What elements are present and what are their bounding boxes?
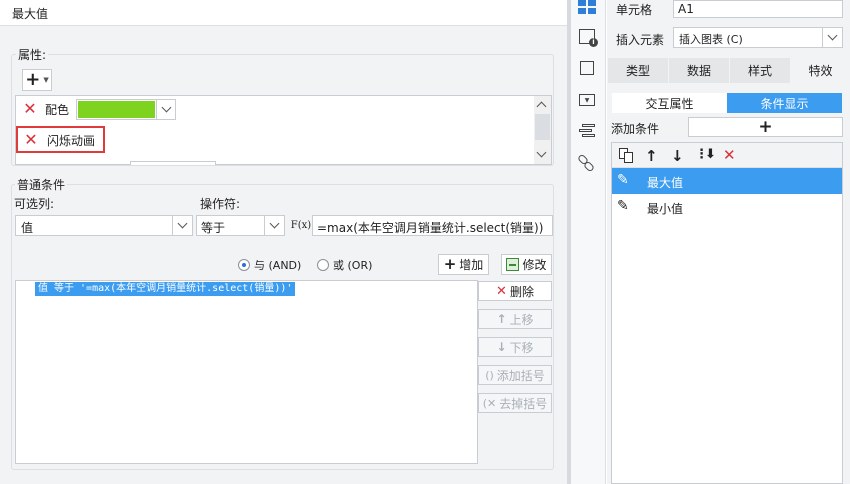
move-up-icon[interactable]: ↑ — [645, 147, 658, 165]
chevron-down-icon[interactable] — [264, 216, 284, 235]
insert-element-select[interactable]: 插入图表 (C) — [673, 27, 843, 48]
remove-bracket-icon: (✕ — [482, 396, 497, 410]
column-select[interactable]: 值 — [15, 215, 193, 236]
formula-input[interactable]: =max(本年空调月销量统计.select(销量)) — [312, 215, 553, 236]
operator-select[interactable]: 等于 — [196, 215, 285, 236]
delete-button[interactable]: ✕ 删除 — [478, 281, 552, 301]
add-bracket-button[interactable]: () 添加括号 — [478, 365, 552, 385]
radio-unchecked-icon — [317, 259, 329, 271]
tab-data[interactable]: 数据 — [669, 58, 729, 83]
plus-icon: + — [25, 69, 41, 90]
cell-field[interactable]: A1 — [673, 0, 843, 18]
condition-list-item[interactable]: 值 等于 '=max(本年空调月销量统计.select(销量))' — [35, 282, 296, 296]
add-condition-button[interactable]: + 增加 — [438, 254, 489, 275]
operator-label: 操作符: — [200, 197, 241, 211]
cell-grid-icon[interactable] — [578, 0, 596, 14]
or-label: 或 (OR) — [333, 259, 373, 272]
delete-icon[interactable]: ✕ — [723, 148, 736, 163]
tab-style[interactable]: 样式 — [730, 58, 790, 83]
move-up-label: 上移 — [509, 312, 534, 327]
insert-label: 插入元素 — [616, 33, 665, 47]
add-property-button[interactable]: + ▼ — [22, 69, 52, 91]
border-square-icon[interactable] — [580, 61, 594, 75]
condition-list — [15, 280, 478, 464]
modify-icon — [506, 258, 520, 271]
conditions-group-label: 普通条件 — [15, 176, 68, 193]
remove-property-icon[interactable]: ✕ — [22, 131, 40, 149]
properties-group-label: 属性: — [16, 46, 49, 63]
and-radio[interactable]: 与 (AND) — [238, 257, 301, 273]
edit-pencil-icon[interactable]: ✎ — [617, 198, 629, 214]
delete-icon: ✕ — [496, 283, 507, 299]
move-bottom-icon[interactable]: ⋮⬇ — [695, 147, 716, 162]
chevron-down-icon[interactable] — [172, 216, 192, 235]
add-bracket-label: 添加括号 — [496, 368, 545, 383]
add-label: 增加 — [459, 258, 484, 272]
or-radio[interactable]: 或 (OR) — [317, 257, 372, 273]
color-swatch — [78, 101, 155, 118]
formula-input-value: =max(本年空调月销量统计.select(销量)) — [317, 221, 544, 235]
copy-icon[interactable] — [619, 148, 635, 164]
condition-row-max[interactable]: ✎ 最大值 — [612, 168, 842, 194]
move-down-label: 下移 — [509, 340, 534, 355]
color-picker[interactable] — [76, 99, 176, 120]
tab-type[interactable]: 类型 — [608, 58, 668, 83]
property-row-blink: ✕ 闪烁动画 — [16, 126, 105, 153]
cell-field-value: A1 — [678, 2, 694, 16]
edit-pencil-icon[interactable]: ✎ — [617, 172, 629, 188]
color-dropdown-arrow[interactable] — [156, 100, 176, 119]
condition-name: 最大值 — [647, 176, 684, 190]
layers-icon[interactable] — [579, 124, 595, 138]
modify-condition-button[interactable]: 修改 — [501, 254, 552, 275]
delete-label: 删除 — [509, 284, 534, 299]
subtab-interaction[interactable]: 交互属性 — [612, 93, 727, 113]
plus-icon: + — [758, 116, 773, 137]
dialog-title-bar — [0, 0, 567, 26]
remove-bracket-button[interactable]: (✕ 去掉括号 — [478, 393, 552, 413]
column-select-value: 值 — [21, 221, 34, 235]
add-condition-label: 添加条件 — [611, 122, 660, 136]
remove-property-icon[interactable]: ✕ — [21, 100, 39, 118]
move-up-button[interactable]: ↑ 上移 — [478, 309, 552, 329]
hyperlink-icon[interactable] — [576, 153, 596, 173]
cell-label: 单元格 — [616, 3, 653, 17]
property-row-color: ✕ 配色 — [19, 99, 189, 120]
scroll-up-icon[interactable] — [536, 101, 547, 112]
property-list-scrollbar[interactable] — [534, 96, 551, 164]
bracket-icon: () — [485, 368, 494, 382]
tab-effects[interactable]: 特效 — [791, 58, 850, 83]
property-label-blink: 闪烁动画 — [47, 134, 96, 148]
hidden-control-fragment — [130, 161, 216, 165]
formula-icon[interactable]: F(x) — [290, 215, 312, 236]
plus-icon: + — [443, 255, 457, 273]
arrow-down-icon: ↓ — [496, 340, 507, 354]
insert-element-value: 插入图表 (C) — [679, 33, 743, 46]
move-down-icon[interactable]: ↓ — [671, 147, 684, 165]
condition-name: 最小值 — [647, 202, 684, 216]
remove-bracket-label: 去掉括号 — [499, 396, 548, 411]
column-label: 可选列: — [14, 197, 55, 211]
operator-select-value: 等于 — [201, 221, 226, 235]
dialog-title: 最大值 — [12, 7, 49, 21]
move-down-button[interactable]: ↓ 下移 — [478, 337, 552, 357]
scrollbar-thumb[interactable] — [535, 114, 550, 140]
radio-checked-icon — [238, 259, 250, 271]
and-label: 与 (AND) — [254, 259, 302, 272]
cell-info-icon[interactable]: i — [579, 29, 598, 47]
subtab-conditional-display[interactable]: 条件显示 — [727, 93, 842, 113]
arrow-up-icon: ↑ — [496, 312, 507, 326]
condition-row-min[interactable]: ✎ 最小值 — [612, 194, 842, 220]
add-condition-plus-button[interactable]: + — [688, 117, 843, 137]
scroll-down-icon[interactable] — [536, 147, 547, 158]
property-label-color: 配色 — [45, 103, 70, 117]
chevron-down-icon[interactable] — [822, 28, 842, 47]
modify-label: 修改 — [522, 258, 547, 272]
dropdown-caret-icon: ▼ — [43, 76, 49, 84]
widget-dropdown-icon[interactable]: ▼ — [579, 94, 595, 106]
